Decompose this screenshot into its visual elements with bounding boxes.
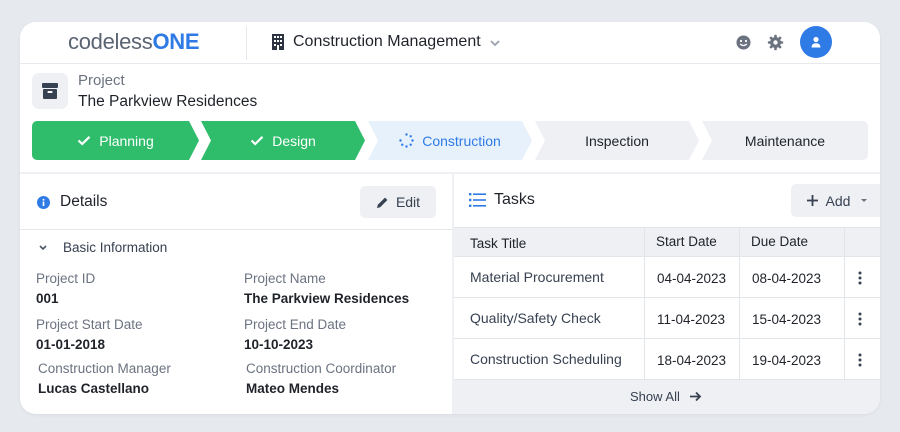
- tasks-panel: Tasks Add Task Title Start Date Due Date…: [454, 174, 880, 414]
- task-start-date: 18-04-2023: [657, 353, 727, 368]
- stage-label: Design: [272, 132, 316, 149]
- task-start-date: 04-04-2023: [657, 271, 727, 286]
- check-icon: [250, 136, 264, 146]
- show-all-link[interactable]: Show All: [630, 389, 702, 404]
- task-title: Material Procurement: [470, 269, 604, 285]
- app-window: codelessONE Construction Management Proj…: [20, 22, 880, 414]
- smiley-icon[interactable]: [735, 34, 752, 51]
- task-title: Construction Scheduling: [470, 351, 622, 367]
- pencil-icon: [376, 197, 388, 208]
- logo-text-one: ONE: [152, 29, 200, 54]
- stage-label: Inspection: [585, 132, 649, 149]
- box-icon: [42, 83, 58, 99]
- chevron-down-icon[interactable]: [489, 38, 501, 48]
- task-title: Quality/Safety Check: [470, 310, 601, 326]
- tasks-title: Tasks: [494, 191, 535, 208]
- chevron-down-icon[interactable]: [38, 244, 48, 252]
- task-start-date: 11-04-2023: [657, 312, 726, 327]
- divider: [20, 229, 452, 230]
- gear-icon[interactable]: [767, 34, 784, 51]
- more-vertical-icon[interactable]: [858, 353, 862, 367]
- table-row[interactable]: Material Procurement 04-04-2023 08-04-20…: [454, 257, 880, 298]
- stage-label: Planning: [99, 132, 154, 149]
- details-title: Details: [60, 193, 108, 210]
- caret-down-icon: [861, 199, 868, 202]
- project-label: Project: [78, 72, 125, 89]
- stage-label: Construction: [422, 132, 501, 149]
- divider: [246, 26, 247, 60]
- user-icon: [811, 36, 821, 48]
- column-header-start-date[interactable]: Start Date: [656, 234, 717, 249]
- stage-planning[interactable]: Planning: [32, 121, 199, 160]
- show-all-label: Show All: [630, 389, 680, 404]
- table-header: Task Title Start Date Due Date: [454, 227, 880, 257]
- task-due-date: 15-04-2023: [752, 312, 822, 327]
- stage-maintenance[interactable]: Maintenance: [702, 121, 868, 160]
- table-row[interactable]: Construction Scheduling 18-04-2023 19-04…: [454, 339, 880, 380]
- project-name: The Parkview Residences: [78, 93, 258, 110]
- info-icon: [37, 196, 50, 209]
- more-vertical-icon[interactable]: [858, 312, 862, 326]
- more-vertical-icon[interactable]: [858, 271, 862, 285]
- list-icon: [469, 193, 486, 207]
- stage-label: Maintenance: [744, 132, 826, 149]
- edit-button[interactable]: Edit: [360, 186, 436, 218]
- task-due-date: 08-04-2023: [752, 271, 822, 286]
- stage-construction[interactable]: Construction: [368, 121, 532, 160]
- top-bar: codelessONE Construction Management: [20, 22, 880, 64]
- project-icon-tile: [32, 73, 68, 109]
- task-due-date: 19-04-2023: [752, 353, 822, 368]
- logo-text-codeless: codeless: [68, 29, 153, 54]
- details-panel: Details Edit Basic Information Project I…: [20, 174, 452, 414]
- check-icon: [77, 136, 91, 146]
- field-value-construction-manager: Lucas Castellano: [38, 381, 150, 396]
- field-value-construction-coordinator: Mateo Mendes: [246, 381, 340, 396]
- field-value-project-name: The Parkview Residences: [244, 291, 410, 306]
- app-title[interactable]: Construction Management: [293, 33, 481, 51]
- field-value-end-date: 10-10-2023: [244, 337, 314, 352]
- field-label-project-name: Project Name: [244, 271, 326, 286]
- add-task-button[interactable]: Add: [791, 184, 880, 217]
- table-row[interactable]: Quality/Safety Check 11-04-2023 15-04-20…: [454, 298, 880, 339]
- stage-design[interactable]: Design: [201, 121, 365, 160]
- field-value-project-id: 001: [36, 291, 59, 306]
- field-label-construction-manager: Construction Manager: [38, 361, 171, 376]
- plus-icon: [806, 195, 818, 206]
- field-label-start-date: Project Start Date: [36, 317, 143, 332]
- loading-spinner-icon: [399, 133, 414, 148]
- stage-inspection[interactable]: Inspection: [535, 121, 699, 160]
- add-label: Add: [825, 192, 851, 209]
- field-label-project-id: Project ID: [36, 271, 96, 286]
- user-avatar[interactable]: [800, 26, 832, 58]
- stage-progress-bar: Planning Design Construction Inspection: [32, 121, 868, 160]
- tasks-footer: Show All: [454, 380, 880, 414]
- edit-label: Edit: [395, 194, 421, 210]
- field-label-construction-coordinator: Construction Coordinator: [246, 361, 397, 376]
- basic-information-toggle[interactable]: Basic Information: [63, 240, 167, 255]
- project-header: Project The Parkview Residences Planning…: [20, 64, 880, 172]
- column-header-due-date[interactable]: Due Date: [751, 234, 808, 249]
- field-label-end-date: Project End Date: [244, 317, 347, 332]
- building-icon: [272, 34, 284, 50]
- field-value-start-date: 01-01-2018: [36, 337, 106, 352]
- logo[interactable]: codelessONE: [68, 29, 200, 55]
- column-header-task-title[interactable]: Task Title: [470, 236, 526, 251]
- arrow-right-icon: [689, 391, 702, 402]
